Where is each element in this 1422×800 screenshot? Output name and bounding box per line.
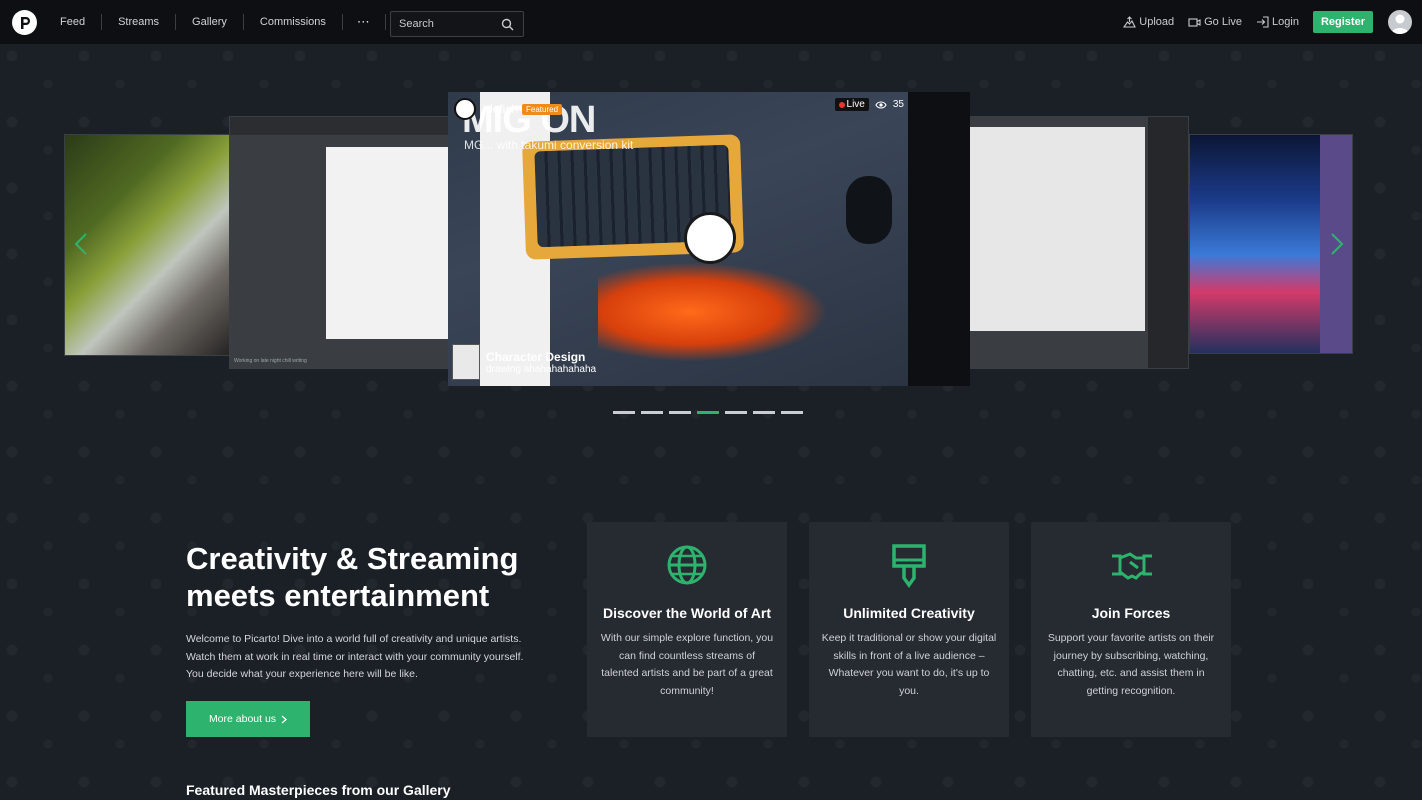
streamer-center-avatar bbox=[684, 212, 736, 264]
carousel-card-far-left[interactable] bbox=[64, 134, 239, 356]
main-nav: Feed Streams Gallery Commissions ⋯ bbox=[44, 0, 386, 44]
nav-feed[interactable]: Feed bbox=[44, 14, 101, 30]
globe-icon bbox=[667, 545, 707, 585]
carousel-next-arrow-icon[interactable] bbox=[1330, 232, 1344, 256]
more-about-us-label: More about us bbox=[208, 713, 277, 725]
hero-description: Welcome to Picarto! Dive into a world fu… bbox=[186, 633, 524, 681]
feature-card-discover: Discover the World of Art With our simpl… bbox=[587, 522, 787, 737]
upload-icon bbox=[1123, 16, 1137, 28]
feature-card-creativity: Unlimited Creativity Keep it traditional… bbox=[809, 522, 1009, 737]
hero-title: Creativity & Streaming meets entertainme… bbox=[186, 540, 536, 614]
carousel-card-left[interactable]: Working on late night chill writing bbox=[229, 116, 459, 369]
stream-title: drawing ahahahahahaha bbox=[486, 363, 597, 375]
go-live-label: Go Live bbox=[1204, 16, 1243, 28]
login-label: Login bbox=[1272, 16, 1299, 28]
handshake-icon bbox=[1112, 552, 1152, 580]
mouse-image bbox=[846, 176, 892, 244]
app-panel bbox=[1148, 117, 1188, 368]
upload-label: Upload bbox=[1139, 16, 1175, 28]
hero-section: Creativity & Streaming meets entertainme… bbox=[186, 540, 536, 684]
carousel-dot[interactable] bbox=[781, 411, 803, 414]
nav-gallery[interactable]: Gallery bbox=[176, 14, 243, 30]
more-options-icon[interactable]: ⋯ bbox=[343, 14, 385, 30]
feature-title: Unlimited Creativity bbox=[843, 605, 975, 621]
picarto-logo-icon[interactable] bbox=[12, 10, 37, 35]
gallery-section-heading: Featured Masterpieces from our Gallery bbox=[186, 782, 451, 798]
featured-stream-card[interactable]: MIG ON MG... with takumi conversion kit … bbox=[448, 92, 970, 386]
stream-info-bar: Character Design drawing ahahahahahaha bbox=[452, 344, 596, 380]
more-about-us-button[interactable]: More about us bbox=[186, 701, 310, 737]
carousel-card-far-right[interactable] bbox=[1189, 134, 1353, 354]
hero-title-line2: meets entertainment bbox=[186, 578, 490, 613]
drawing-canvas bbox=[326, 147, 458, 339]
featured-badge: Featured bbox=[522, 103, 563, 115]
category-thumbnail bbox=[452, 344, 480, 380]
top-navigation-bar: Feed Streams Gallery Commissions ⋯ Uploa… bbox=[0, 0, 1422, 44]
live-dot-icon bbox=[838, 101, 845, 108]
live-status: Live 35 bbox=[834, 98, 904, 111]
feature-title: Join Forces bbox=[1091, 605, 1171, 621]
hero-title-line1: Creativity & Streaming bbox=[186, 541, 519, 576]
feature-text: Support your favorite artists on their j… bbox=[1047, 632, 1215, 698]
nav-streams[interactable]: Streams bbox=[102, 14, 175, 30]
stream-category[interactable]: Character Design bbox=[486, 350, 596, 364]
carousel-dot[interactable] bbox=[753, 411, 775, 414]
carousel-prev-arrow-icon[interactable] bbox=[74, 232, 88, 256]
carousel-dot[interactable] bbox=[613, 411, 635, 414]
search-box bbox=[390, 11, 524, 37]
feature-title: Discover the World of Art bbox=[602, 605, 772, 621]
search-input[interactable] bbox=[399, 18, 499, 30]
feature-text: Keep it traditional or show your digital… bbox=[821, 632, 997, 698]
feature-card-join-forces: Join Forces Support your favorite artist… bbox=[1031, 522, 1231, 737]
brush-icon bbox=[892, 544, 926, 588]
eye-icon bbox=[875, 100, 887, 109]
camera-icon bbox=[1188, 17, 1201, 27]
carousel-dot-active[interactable] bbox=[697, 411, 719, 414]
nav-commissions[interactable]: Commissions bbox=[244, 14, 342, 30]
carousel-pagination bbox=[613, 411, 803, 414]
nav-divider bbox=[384, 14, 386, 30]
register-button[interactable]: Register bbox=[1312, 11, 1373, 33]
viewer-count: 35 bbox=[892, 99, 904, 110]
live-label: Live bbox=[846, 99, 865, 110]
streamer-info[interactable]: ...lefish Featured bbox=[454, 98, 563, 120]
app-toolbar bbox=[230, 117, 458, 135]
live-badge: Live bbox=[834, 98, 869, 111]
chevron-right-icon bbox=[281, 715, 288, 723]
login-icon bbox=[1257, 16, 1269, 28]
feature-text: With our simple explore function, you ca… bbox=[600, 632, 774, 698]
upload-button[interactable]: Upload bbox=[1123, 16, 1174, 28]
drawing-canvas bbox=[969, 127, 1145, 331]
search-icon[interactable] bbox=[501, 18, 514, 31]
streamer-avatar bbox=[454, 98, 476, 120]
model-figure-image bbox=[598, 262, 828, 362]
stream-overlay-subtitle: MG... with takumi conversion kit bbox=[464, 138, 634, 152]
side-card-caption: Working on late night chill writing bbox=[234, 358, 307, 364]
carousel-dot[interactable] bbox=[725, 411, 747, 414]
login-button[interactable]: Login bbox=[1256, 16, 1299, 28]
streamer-name: ...lefish bbox=[480, 102, 519, 116]
user-avatar-icon[interactable] bbox=[1388, 10, 1412, 34]
header-actions: Upload Go Live Login Register bbox=[1109, 0, 1412, 44]
carousel-dot[interactable] bbox=[669, 411, 691, 414]
carousel-dot[interactable] bbox=[641, 411, 663, 414]
carousel-card-right[interactable] bbox=[960, 116, 1189, 369]
go-live-button[interactable]: Go Live bbox=[1188, 16, 1242, 28]
